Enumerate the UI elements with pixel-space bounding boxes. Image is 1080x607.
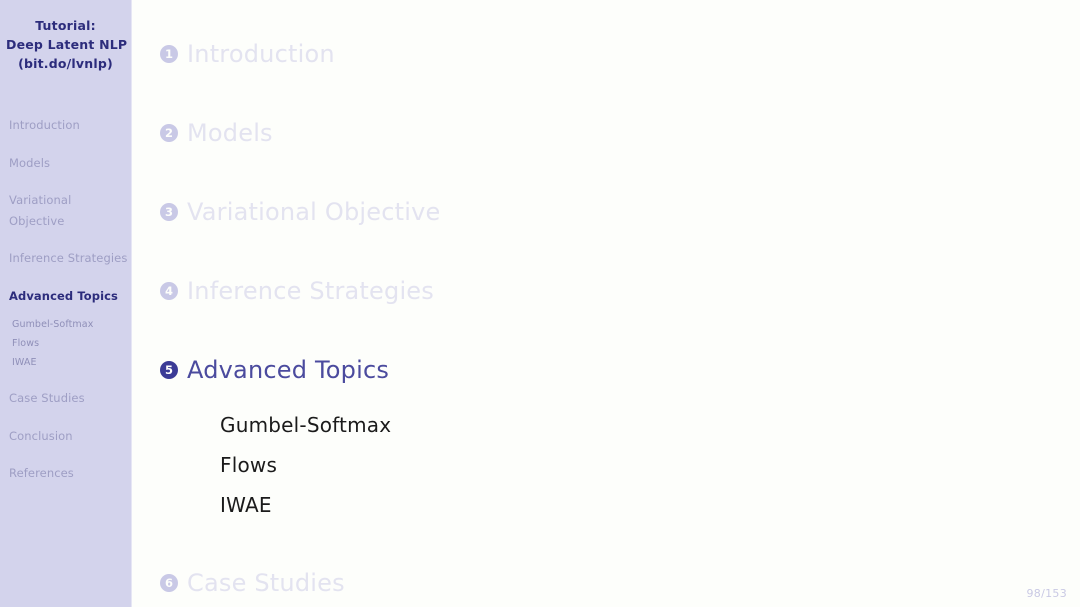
sidebar-nav-list: Introduction Models Variational Objectiv…	[0, 115, 131, 484]
toc-section-advanced-topics[interactable]: 5 Advanced Topics	[160, 355, 1080, 395]
toc-label-variational-objective: Variational Objective	[187, 198, 441, 226]
sidebar-title-line-2: Deep Latent NLP	[6, 37, 128, 52]
sidebar-item-case-studies[interactable]: Case Studies	[9, 388, 129, 409]
sidebar-item-models[interactable]: Models	[9, 153, 129, 174]
sidebar-item-conclusion[interactable]: Conclusion	[9, 426, 129, 447]
toc-number-badge-6: 6	[160, 574, 178, 592]
sidebar-item-variational-objective[interactable]: Variational Objective	[9, 190, 129, 231]
toc-subsection-list: Gumbel-Softmax Flows IWAE	[220, 405, 1080, 525]
slide-content: 1 Introduction 2 Models 3 Variational Ob…	[132, 0, 1080, 607]
page-number: 98/153	[1026, 587, 1067, 600]
toc-section-case-studies[interactable]: 6 Case Studies	[160, 568, 1080, 607]
toc-label-introduction: Introduction	[187, 40, 335, 68]
toc-spacer	[160, 525, 1080, 568]
toc-section-introduction[interactable]: 1 Introduction	[160, 39, 1080, 118]
sidebar-item-introduction[interactable]: Introduction	[9, 115, 129, 136]
sidebar-navigation: Tutorial: Deep Latent NLP (bit.do/lvnlp)…	[0, 0, 132, 607]
sidebar-item-references[interactable]: References	[9, 463, 129, 484]
presentation-slide: Tutorial: Deep Latent NLP (bit.do/lvnlp)…	[0, 0, 1080, 607]
sidebar-subitem-iwae[interactable]: IWAE	[9, 353, 131, 372]
toc-section-inference-strategies[interactable]: 4 Inference Strategies	[160, 276, 1080, 355]
toc-number-badge-5: 5	[160, 361, 178, 379]
sidebar-item-inference-strategies[interactable]: Inference Strategies	[9, 248, 129, 269]
toc-section-variational-objective[interactable]: 3 Variational Objective	[160, 197, 1080, 276]
sidebar-title-line-3: (bit.do/lvnlp)	[18, 56, 113, 71]
toc-number-badge-2: 2	[160, 124, 178, 142]
toc-subsection-flows[interactable]: Flows	[220, 445, 1080, 485]
toc-subsection-iwae[interactable]: IWAE	[220, 485, 1080, 525]
toc-number-badge-4: 4	[160, 282, 178, 300]
toc-number-badge-3: 3	[160, 203, 178, 221]
toc-label-models: Models	[187, 119, 273, 147]
toc-label-inference-strategies: Inference Strategies	[187, 277, 434, 305]
toc-section-models[interactable]: 2 Models	[160, 118, 1080, 197]
sidebar-subsection-group: Gumbel-Softmax Flows IWAE	[9, 315, 131, 372]
sidebar-title: Tutorial: Deep Latent NLP (bit.do/lvnlp)	[0, 0, 131, 73]
sidebar-title-line-1: Tutorial:	[35, 18, 96, 33]
sidebar-subitem-flows[interactable]: Flows	[9, 334, 131, 353]
toc-number-badge-1: 1	[160, 45, 178, 63]
table-of-contents: 1 Introduction 2 Models 3 Variational Ob…	[132, 0, 1080, 607]
toc-subsection-gumbel-softmax[interactable]: Gumbel-Softmax	[220, 405, 1080, 445]
sidebar-subitem-gumbel-softmax[interactable]: Gumbel-Softmax	[9, 315, 131, 334]
sidebar-item-advanced-topics[interactable]: Advanced Topics	[9, 286, 129, 307]
toc-label-case-studies: Case Studies	[187, 569, 345, 597]
toc-label-advanced-topics: Advanced Topics	[187, 356, 390, 384]
